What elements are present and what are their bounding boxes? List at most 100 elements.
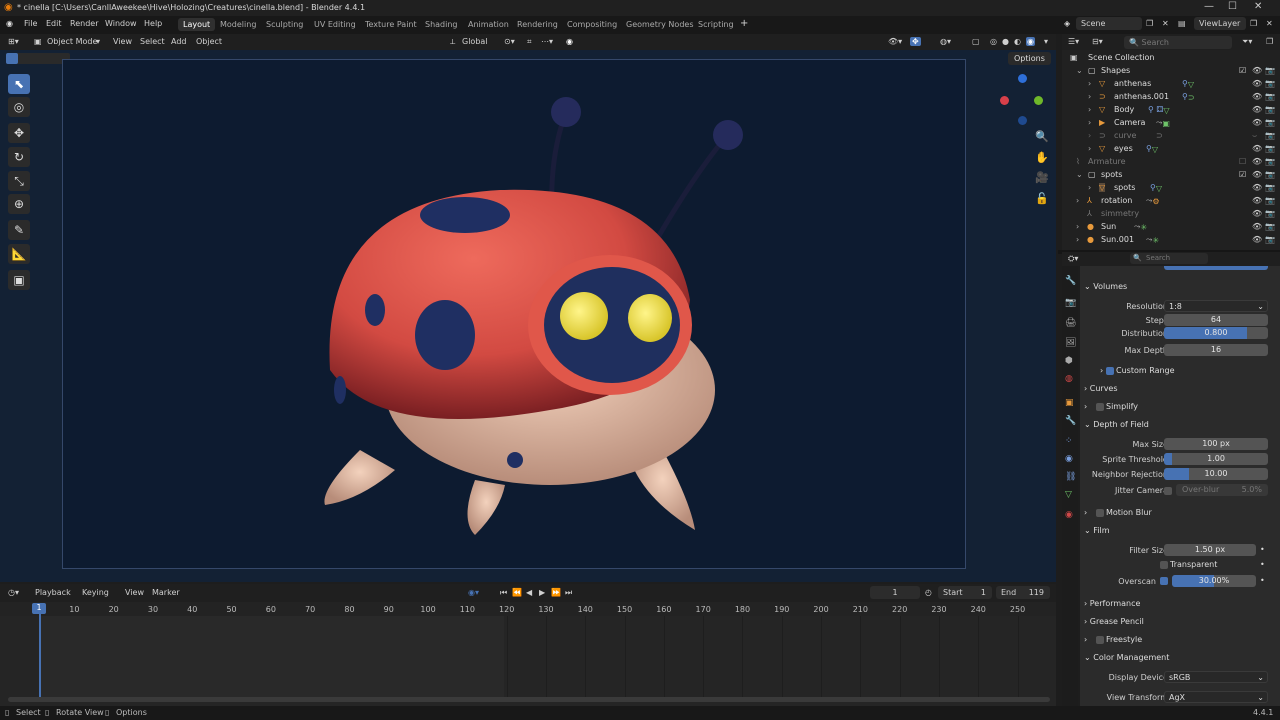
- outliner-editor-icon[interactable]: ☰▾: [1068, 37, 1079, 46]
- blender-menu-icon[interactable]: ◉: [6, 19, 13, 28]
- eye-hidden-icon[interactable]: ⌣: [1252, 131, 1257, 141]
- curves-panel-header[interactable]: › Curves: [1084, 384, 1118, 393]
- eye-icon[interactable]: 👁: [1252, 105, 1262, 114]
- checkbox-icon[interactable]: ☑: [1239, 170, 1246, 179]
- object-tab-icon[interactable]: ▣: [1065, 398, 1074, 408]
- visibility-icon[interactable]: 👁▾: [888, 37, 902, 46]
- timeline-ruler[interactable]: 10 20 30 40 50 60 70 80 90 100 110 120 130 140 150 160 1…: [0, 602, 1056, 616]
- pivot-icon[interactable]: ⊙▾: [504, 37, 515, 46]
- outliner-row-scene-collection[interactable]: ▣ Scene Collection: [1062, 52, 1280, 65]
- tab-texture-paint[interactable]: Texture Paint: [360, 18, 422, 31]
- play-reverse-icon[interactable]: ◀: [526, 588, 532, 597]
- scene-icon[interactable]: ◈: [1064, 19, 1070, 28]
- tab-uv-editing[interactable]: UV Editing: [309, 18, 361, 31]
- outliner-row-anthenas[interactable]: › ▽ anthenas ⚲ ▽ 👁 📷: [1062, 78, 1280, 91]
- tab-geometry-nodes[interactable]: Geometry Nodes: [621, 18, 698, 31]
- render-tab-icon[interactable]: 📷: [1065, 298, 1076, 308]
- filter-size-field[interactable]: 1.50 px: [1164, 544, 1256, 556]
- camera-icon[interactable]: 📷: [1265, 170, 1275, 179]
- timeline-scrollbar[interactable]: [8, 697, 1050, 702]
- select-new-icon[interactable]: [6, 53, 18, 64]
- outliner-row-body[interactable]: › ▽ Body ⚲ ⚃ ▽ 👁 📷: [1062, 104, 1280, 117]
- zoom-icon[interactable]: 🔍: [1035, 130, 1049, 143]
- add-workspace-icon[interactable]: +: [740, 18, 748, 29]
- close-icon[interactable]: ✕: [1254, 1, 1262, 12]
- chevron-down-icon[interactable]: ⌄: [1076, 170, 1083, 179]
- camera-view-icon[interactable]: 🎥: [1035, 171, 1049, 184]
- overscan-checkbox[interactable]: [1160, 577, 1168, 585]
- select-mode-buttons[interactable]: [6, 53, 70, 64]
- view-layer-icon[interactable]: ▤: [1178, 19, 1186, 28]
- timeline-view-menu[interactable]: View: [125, 588, 144, 597]
- menu-object[interactable]: Object: [196, 37, 222, 46]
- chevron-right-icon[interactable]: ›: [1076, 222, 1079, 231]
- lock-icon[interactable]: 🔓: [1035, 192, 1049, 205]
- playhead[interactable]: [39, 604, 41, 700]
- film-panel-header[interactable]: ⌄ Film: [1084, 526, 1110, 535]
- playhead-frame[interactable]: 1: [32, 603, 46, 614]
- menu-window[interactable]: Window: [105, 19, 137, 28]
- outliner-row-spots[interactable]: › ▽ spots ⚲ ▽ 👁 📷: [1062, 182, 1280, 195]
- filter-icon[interactable]: ⏷▾: [1242, 37, 1252, 47]
- scene-selector[interactable]: Scene: [1076, 17, 1142, 30]
- overscan-slider[interactable]: 30.00%: [1172, 575, 1256, 587]
- jitter-camera-checkbox[interactable]: [1164, 487, 1172, 495]
- chevron-right-icon[interactable]: ›: [1088, 79, 1091, 88]
- color-management-panel-header[interactable]: ⌄ Color Management: [1084, 653, 1169, 662]
- transparent-checkbox[interactable]: [1160, 561, 1168, 569]
- wireframe-shading-icon[interactable]: ◎: [990, 37, 997, 46]
- eye-icon[interactable]: 👁: [1252, 209, 1262, 218]
- freestyle-checkbox[interactable]: [1096, 636, 1104, 644]
- camera-icon[interactable]: 📷: [1265, 66, 1275, 75]
- jump-end-icon[interactable]: ⏭: [565, 588, 572, 598]
- menu-add[interactable]: Add: [171, 37, 187, 46]
- camera-icon[interactable]: 📷: [1265, 118, 1275, 127]
- transform-tool[interactable]: ⊕: [8, 194, 30, 214]
- outliner-row-curve[interactable]: › ⊃ curve ⊃ ⌣ 📷: [1062, 130, 1280, 143]
- snap-dropdown-icon[interactable]: ⋯▾: [541, 37, 553, 46]
- cursor-tool[interactable]: ◎: [8, 97, 30, 117]
- keyframe-dot-icon[interactable]: •: [1260, 545, 1265, 554]
- delete-view-layer-icon[interactable]: ✕: [1266, 19, 1273, 28]
- select-box-tool[interactable]: ⬉: [8, 74, 30, 94]
- neighbor-rejection-slider[interactable]: 10.00: [1164, 468, 1268, 480]
- gizmo-toggle-icon[interactable]: ✥: [910, 37, 921, 46]
- chevron-right-icon[interactable]: ›: [1088, 131, 1091, 140]
- modifier-tab-icon[interactable]: 🔧: [1065, 416, 1076, 426]
- output-tab-icon[interactable]: 🖨: [1065, 318, 1076, 328]
- outliner-row-sun-001[interactable]: › ● Sun.001 ⤳ ✳ 👁 📷: [1062, 234, 1280, 247]
- over-blur-field[interactable]: Over-blur 5.0%: [1176, 484, 1268, 496]
- gizmo-y-axis[interactable]: [1034, 96, 1043, 105]
- tool-tab-icon[interactable]: 🔧: [1065, 276, 1076, 286]
- camera-icon[interactable]: 📷: [1265, 79, 1275, 88]
- dof-panel-header[interactable]: ⌄ Depth of Field: [1084, 420, 1149, 429]
- display-device-dropdown[interactable]: sRGB ⌄: [1164, 671, 1268, 683]
- grease-pencil-panel-header[interactable]: › Grease Pencil: [1084, 617, 1144, 626]
- shading-dropdown-icon[interactable]: ▾: [1044, 37, 1048, 46]
- outliner-row-shapes[interactable]: ⌄ ▢ Shapes ☑ 👁 📷: [1062, 65, 1280, 78]
- max-depth-field[interactable]: 16: [1164, 344, 1268, 356]
- scene-tab-icon[interactable]: ⬢: [1065, 356, 1073, 366]
- eye-icon[interactable]: 👁: [1252, 66, 1262, 75]
- view-transform-dropdown[interactable]: AgX ⌄: [1164, 691, 1268, 703]
- eye-icon[interactable]: 👁: [1252, 222, 1262, 231]
- motion-blur-checkbox[interactable]: [1096, 509, 1104, 517]
- current-frame-field[interactable]: 1: [870, 586, 920, 599]
- xray-icon[interactable]: ▢: [972, 37, 980, 46]
- outliner-row-simmetry[interactable]: ⅄ simmetry 👁 📷: [1062, 208, 1280, 221]
- eye-icon[interactable]: 👁: [1252, 183, 1262, 192]
- material-shading-icon[interactable]: ◐: [1014, 37, 1021, 46]
- move-tool[interactable]: ✥: [8, 123, 30, 143]
- eye-icon[interactable]: 👁: [1252, 92, 1262, 101]
- chevron-right-icon[interactable]: ›: [1088, 144, 1091, 153]
- simplify-checkbox[interactable]: [1096, 403, 1104, 411]
- orientation-dropdown[interactable]: Global: [462, 37, 488, 46]
- freestyle-panel-header[interactable]: ›: [1084, 635, 1087, 644]
- clock-icon[interactable]: ◷▾: [8, 588, 19, 597]
- chevron-right-icon[interactable]: ›: [1076, 196, 1079, 205]
- new-collection-icon[interactable]: ❐: [1266, 37, 1273, 46]
- tab-shading[interactable]: Shading: [420, 18, 463, 31]
- chevron-right-icon[interactable]: ›: [1088, 183, 1091, 192]
- sprite-threshold-slider[interactable]: 1.00: [1164, 453, 1268, 465]
- eye-icon[interactable]: 👁: [1252, 196, 1262, 205]
